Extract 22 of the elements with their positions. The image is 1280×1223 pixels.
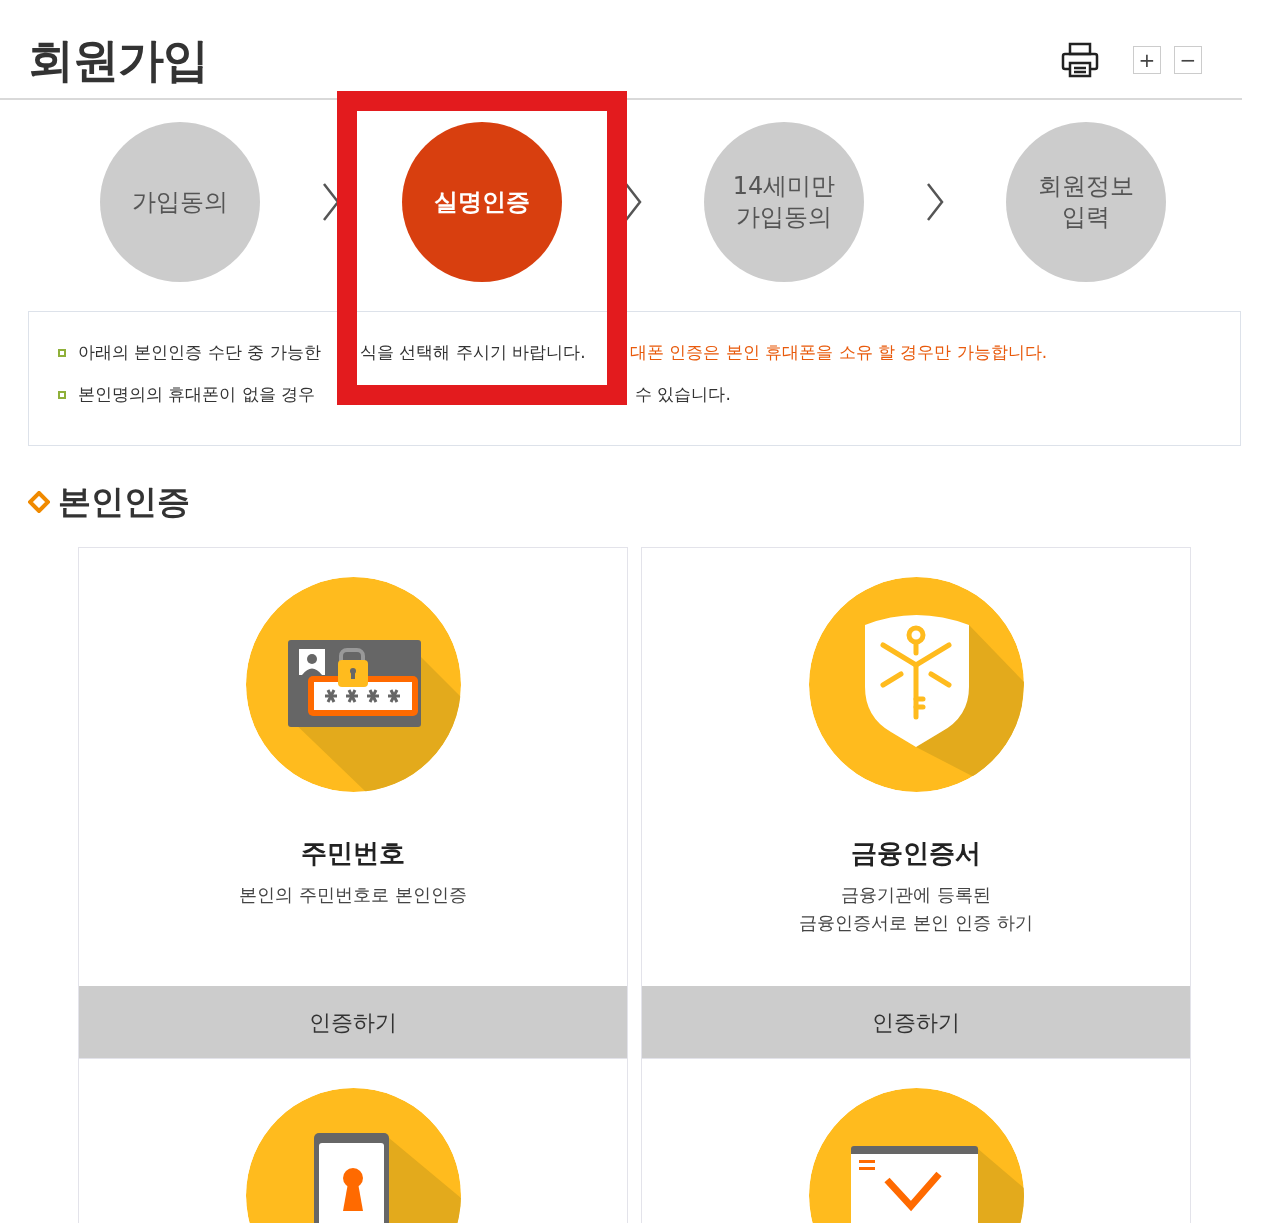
- notice-text: 수 있습니다.: [635, 383, 731, 407]
- diamond-icon: [28, 491, 50, 513]
- method-description: 금융기관에 등록된 금융인증서로 본인 인증 하기: [799, 883, 1033, 935]
- chevron-right-icon: [925, 182, 945, 222]
- notice-text: 아래의 본인인증 수단 중 가능한: [78, 341, 322, 365]
- notice-text: 대폰 인증은 본인 휴대폰을 소유 할 경우만 가능합니다.: [630, 341, 1048, 365]
- bullet-icon: [58, 349, 66, 357]
- zoom-out-button[interactable]: −: [1174, 46, 1202, 74]
- shield-key-icon: [808, 577, 1024, 792]
- printer-icon[interactable]: [1061, 41, 1099, 79]
- notice-text: 식을 선택해 주시기 바랍니다.: [360, 341, 587, 365]
- method-title: 주민번호: [301, 837, 405, 870]
- verify-button[interactable]: 인증하기: [79, 986, 627, 1058]
- page-title: 회원가입: [28, 31, 208, 89]
- bullet-icon: [58, 391, 66, 399]
- notice-text: 본인명의의 휴대폰이 없을 경우: [78, 383, 317, 407]
- id-card-lock-icon: [245, 577, 461, 792]
- zoom-in-button[interactable]: +: [1133, 46, 1161, 74]
- method-description: 본인의 주민번호로 본인인증: [239, 883, 467, 907]
- section-title: 본인인증: [58, 481, 190, 524]
- method-title: 금융인증서: [851, 837, 981, 870]
- verify-button[interactable]: 인증하기: [642, 986, 1190, 1058]
